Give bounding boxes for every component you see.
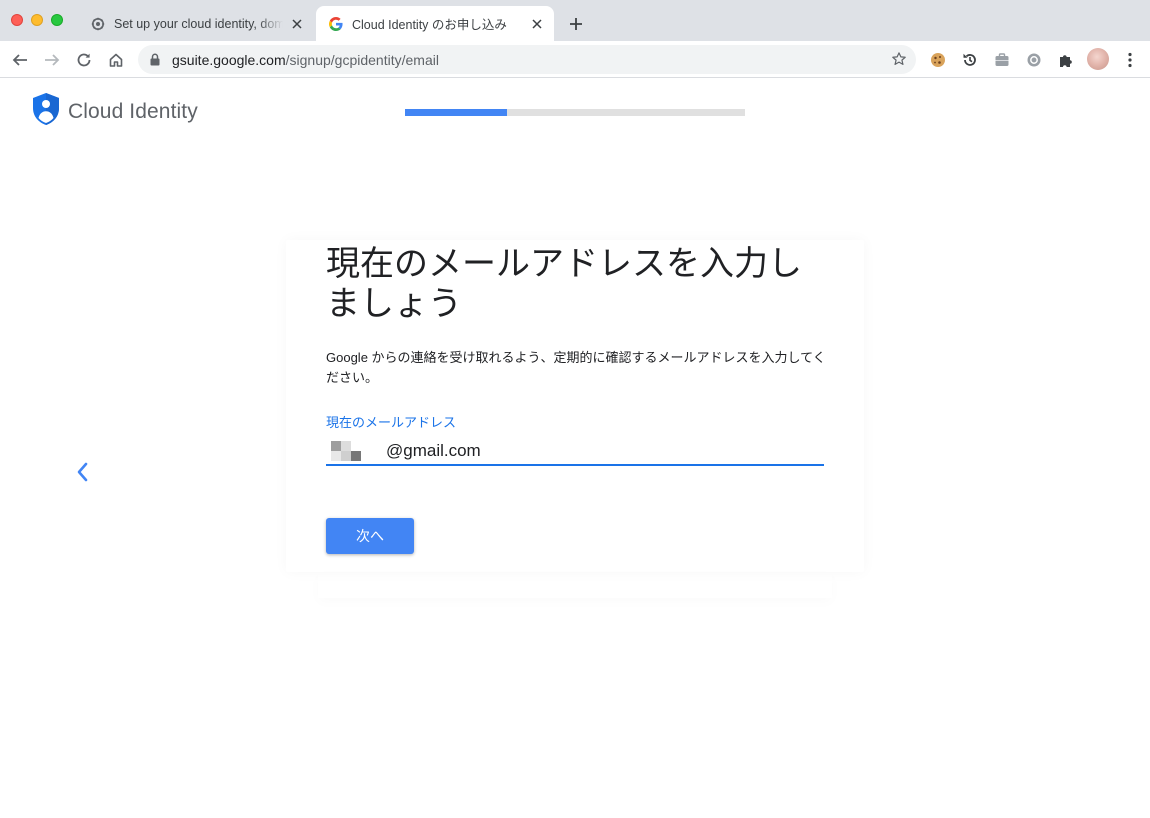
tab-title: Set up your cloud identity, domain — [114, 16, 283, 31]
email-input[interactable] — [386, 438, 816, 464]
page-title: 現在のメールアドレスを入力しましょう — [326, 244, 802, 324]
url-text: gsuite.google.com/signup/gcpidentity/ema… — [172, 52, 439, 68]
cookie-icon[interactable] — [927, 49, 949, 71]
circle-r-icon[interactable] — [1023, 49, 1045, 71]
history-icon[interactable] — [959, 49, 981, 71]
tab-setup-cloud-identity[interactable]: Set up your cloud identity, domain — [78, 6, 314, 41]
next-button[interactable]: 次へ — [326, 518, 414, 554]
tab-close-icon[interactable] — [529, 16, 545, 32]
reload-icon[interactable] — [73, 49, 95, 71]
lock-icon[interactable] — [150, 53, 160, 71]
window-maximize-button[interactable] — [51, 14, 63, 26]
home-icon[interactable] — [105, 49, 127, 71]
tab-cloud-identity-signup[interactable]: Cloud Identity のお申し込み — [316, 6, 554, 41]
back-arrow-icon[interactable] — [9, 49, 31, 71]
address-bar[interactable]: gsuite.google.com/signup/gcpidentity/ema… — [138, 45, 916, 74]
google-g-icon — [328, 16, 344, 32]
browser-toolbar: gsuite.google.com/signup/gcpidentity/ema… — [0, 41, 1150, 78]
email-field-label: 現在のメールアドレス — [326, 415, 457, 430]
card-shadow — [318, 572, 832, 598]
page-content: Cloud Identity 現在のメールアドレスを入力しましょう Google… — [0, 78, 1150, 818]
chrome-gear-icon — [90, 16, 106, 32]
cloud-identity-shield-icon — [32, 92, 60, 131]
signup-progress-bar — [405, 109, 745, 116]
chevron-left-icon[interactable] — [72, 460, 92, 484]
forward-arrow-icon[interactable] — [41, 49, 63, 71]
puzzle-icon[interactable] — [1055, 49, 1077, 71]
briefcase-icon[interactable] — [991, 49, 1013, 71]
tab-strip: Set up your cloud identity, domain Cloud… — [0, 0, 1150, 41]
url-host: gsuite.google.com — [172, 52, 286, 68]
tab-title: Cloud Identity のお申し込み — [352, 18, 507, 32]
new-tab-plus-icon[interactable] — [566, 14, 586, 34]
cloud-identity-logo: Cloud Identity — [32, 92, 198, 131]
url-path: /signup/gcpidentity/email — [285, 52, 439, 68]
profile-avatar[interactable] — [1087, 48, 1109, 70]
redacted-text — [331, 441, 363, 463]
progress-fill — [405, 109, 507, 116]
window-close-button[interactable] — [11, 14, 23, 26]
bookmark-star-icon[interactable] — [891, 51, 907, 72]
brand-name: Cloud Identity — [68, 99, 198, 123]
window-minimize-button[interactable] — [31, 14, 43, 26]
tab-close-icon[interactable] — [289, 16, 305, 32]
email-field — [326, 438, 824, 466]
page-description: Google からの連絡を受け取れるよう、定期的に確認するメールアドレスを入力し… — [326, 350, 826, 385]
more-vert-icon[interactable] — [1119, 49, 1141, 71]
